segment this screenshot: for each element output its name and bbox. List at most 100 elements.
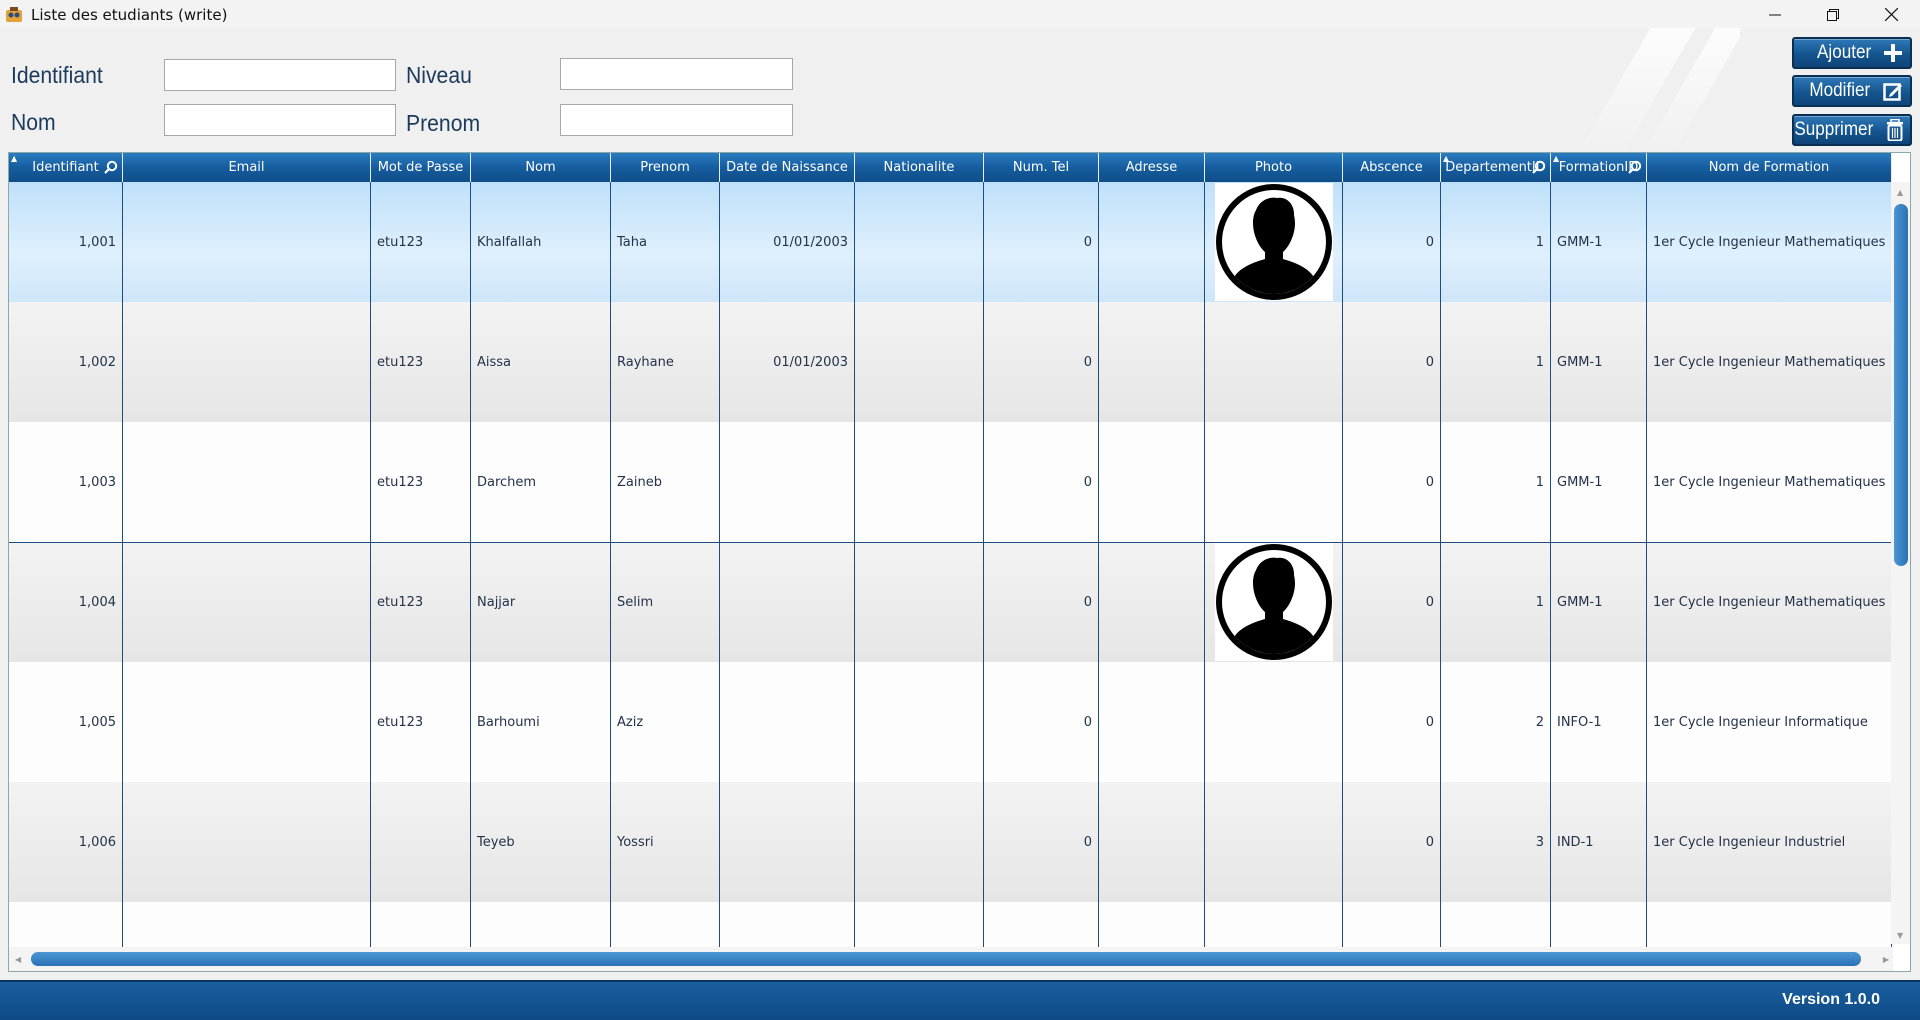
table-cell[interactable]: 0 [1343, 302, 1441, 422]
table-cell[interactable]: 1,005 [9, 662, 123, 782]
sort-icon[interactable]: ▲ [1443, 155, 1449, 163]
scroll-down-arrow-icon[interactable]: ▼ [1897, 931, 1903, 940]
table-cell[interactable]: 1 [1441, 182, 1551, 302]
table-cell[interactable] [720, 782, 855, 902]
column-header[interactable]: Abscence [1343, 153, 1441, 182]
table-row[interactable]: 1,002 etu123 Aissa Rayhane 01/01/2003 0 0 1 GMM-… [9, 302, 1892, 422]
table-cell[interactable]: IND-1 [1551, 782, 1647, 902]
table-cell[interactable] [1099, 542, 1205, 662]
column-header[interactable]: Num. Tel [984, 153, 1099, 182]
table-cell[interactable] [123, 542, 371, 662]
table-cell[interactable]: Darchem [471, 422, 611, 542]
table-cell[interactable] [1205, 542, 1343, 662]
column-header[interactable]: Identifiant ▲ [9, 153, 123, 182]
table-cell[interactable]: 0 [984, 302, 1099, 422]
column-header[interactable]: Nom [471, 153, 611, 182]
column-header[interactable]: Nom de Formation [1647, 153, 1892, 182]
column-header[interactable]: Prenom [611, 153, 720, 182]
table-cell[interactable]: 1,001 [9, 182, 123, 302]
close-button[interactable] [1862, 0, 1920, 29]
table-cell[interactable]: 01/01/2003 [720, 182, 855, 302]
table-cell[interactable]: 0 [1343, 662, 1441, 782]
table-cell[interactable]: etu123 [371, 302, 471, 422]
table-cell[interactable]: 1,006 [9, 782, 123, 902]
scroll-up-arrow-icon[interactable]: ▲ [1897, 188, 1903, 197]
column-header[interactable]: Email [123, 153, 371, 182]
table-cell[interactable] [1205, 302, 1343, 422]
table-cell[interactable]: 1,002 [9, 302, 123, 422]
table-cell[interactable]: Rayhane [611, 302, 720, 422]
table-cell[interactable]: 1er Cycle Ingenieur Mathematiques [1647, 182, 1892, 302]
restore-button[interactable] [1804, 0, 1862, 29]
modifier-button[interactable]: Modifier [1792, 75, 1912, 107]
table-cell[interactable]: 0 [984, 182, 1099, 302]
supprimer-button[interactable]: Supprimer [1792, 114, 1912, 146]
column-header[interactable]: Mot de Passe [371, 153, 471, 182]
minimize-button[interactable] [1746, 0, 1804, 29]
table-cell[interactable]: 2 [1441, 662, 1551, 782]
table-cell[interactable]: 1 [1441, 422, 1551, 542]
vertical-scrollbar[interactable]: ▲ ▼ [1891, 182, 1910, 944]
column-header[interactable]: Adresse [1099, 153, 1205, 182]
nom-input[interactable] [164, 104, 396, 136]
table-cell[interactable]: 0 [984, 542, 1099, 662]
vertical-scroll-thumb[interactable] [1894, 204, 1908, 566]
column-header[interactable]: Nationalite [855, 153, 984, 182]
column-header[interactable]: DepartementID ▲ [1441, 153, 1551, 182]
table-cell[interactable]: Barhoumi [471, 662, 611, 782]
ajouter-button[interactable]: Ajouter [1792, 37, 1912, 69]
table-cell[interactable]: etu123 [371, 542, 471, 662]
table-cell[interactable]: GMM-1 [1551, 182, 1647, 302]
table-cell[interactable]: etu123 [371, 662, 471, 782]
table-cell[interactable]: 1,004 [9, 542, 123, 662]
table-cell[interactable]: 0 [1343, 182, 1441, 302]
table-cell[interactable] [855, 302, 984, 422]
table-cell[interactable] [855, 422, 984, 542]
niveau-input[interactable] [560, 58, 793, 90]
sort-icon[interactable]: ▲ [1553, 155, 1559, 163]
column-search-icon[interactable] [104, 160, 118, 174]
sort-icon[interactable]: ▲ [11, 155, 17, 163]
table-cell[interactable] [123, 422, 371, 542]
table-cell[interactable] [1099, 302, 1205, 422]
table-row[interactable]: 1,006 Teyeb Yossri 0 0 3 IND-1 1er Cycle Ingeni… [9, 782, 1892, 902]
table-cell[interactable] [1205, 422, 1343, 542]
table-cell[interactable] [1205, 182, 1343, 302]
table-cell[interactable] [720, 542, 855, 662]
column-search-icon[interactable] [1628, 160, 1642, 174]
table-row[interactable]: 1,005 etu123 Barhoumi Aziz 0 0 2 INFO-1 1er Cycl… [9, 662, 1892, 782]
horizontal-scroll-thumb[interactable] [31, 952, 1861, 966]
table-cell[interactable]: GMM-1 [1551, 302, 1647, 422]
table-cell[interactable]: 1er Cycle Ingenieur Mathematiques [1647, 422, 1892, 542]
table-cell[interactable]: 0 [1343, 782, 1441, 902]
table-cell[interactable] [123, 662, 371, 782]
table-cell[interactable]: 01/01/2003 [720, 302, 855, 422]
table-cell[interactable] [1205, 662, 1343, 782]
table-row[interactable]: 1,004 etu123 Najjar Selim 0 0 1 GMM-1 1er Cycle … [9, 542, 1892, 662]
table-cell[interactable] [855, 782, 984, 902]
table-cell[interactable] [855, 542, 984, 662]
table-cell[interactable]: Zaineb [611, 422, 720, 542]
table-cell[interactable]: Yossri [611, 782, 720, 902]
table-cell[interactable]: Aziz [611, 662, 720, 782]
table-cell[interactable] [123, 182, 371, 302]
table-cell[interactable]: Teyeb [471, 782, 611, 902]
table-cell[interactable]: Khalfallah [471, 182, 611, 302]
table-row[interactable]: 1,003 etu123 Darchem Zaineb 0 0 1 GMM-1 1er Cycl… [9, 422, 1892, 542]
table-cell[interactable]: etu123 [371, 422, 471, 542]
column-header[interactable]: Date de Naissance [720, 153, 855, 182]
table-cell[interactable]: 0 [984, 662, 1099, 782]
table-cell[interactable]: 0 [984, 422, 1099, 542]
table-cell[interactable] [1099, 782, 1205, 902]
table-cell[interactable]: 1 [1441, 542, 1551, 662]
table-cell[interactable]: INFO-1 [1551, 662, 1647, 782]
table-cell[interactable]: Selim [611, 542, 720, 662]
table-cell[interactable] [123, 782, 371, 902]
table-cell[interactable]: 0 [1343, 422, 1441, 542]
table-cell[interactable] [720, 422, 855, 542]
table-cell[interactable] [855, 662, 984, 782]
table-cell[interactable]: GMM-1 [1551, 542, 1647, 662]
table-cell[interactable] [123, 302, 371, 422]
table-cell[interactable] [371, 782, 471, 902]
column-search-icon[interactable] [1532, 160, 1546, 174]
